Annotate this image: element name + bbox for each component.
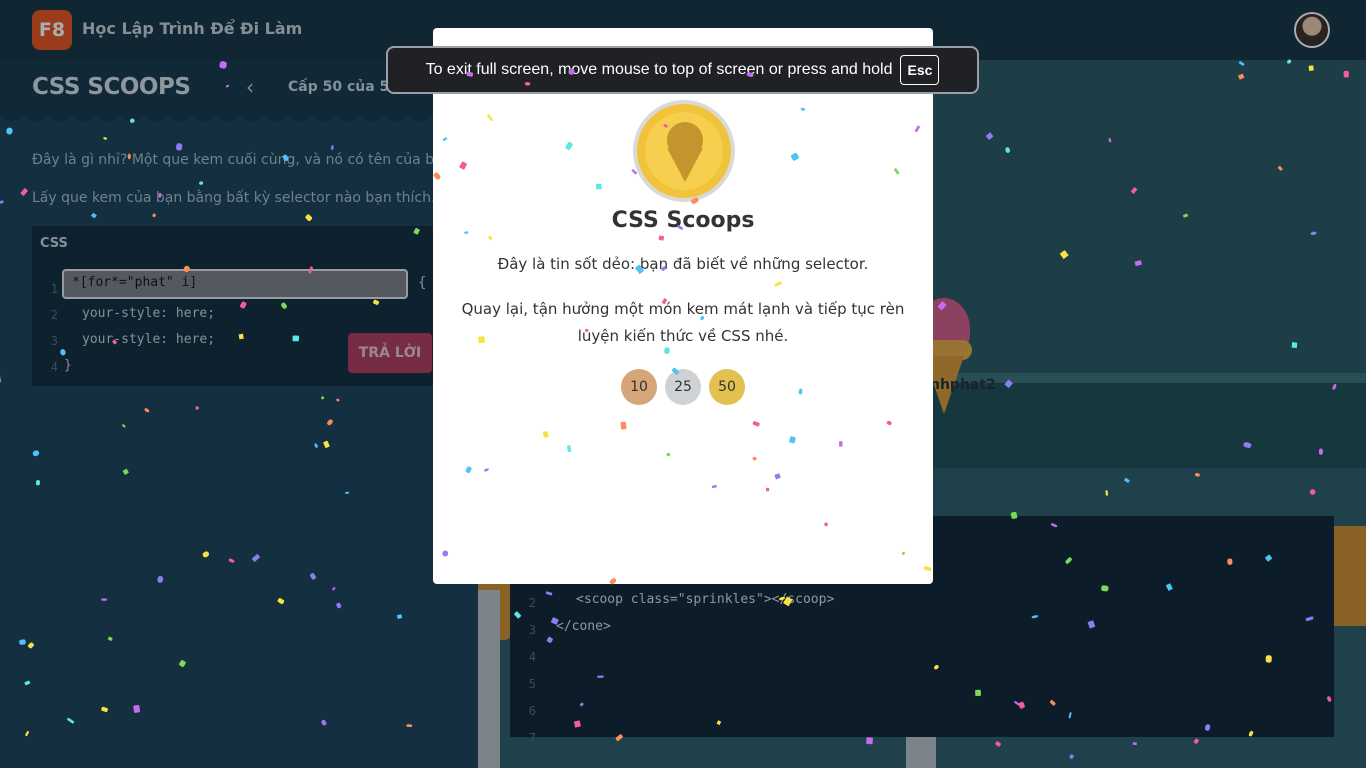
esc-key-hint: Esc — [900, 55, 940, 85]
score-badge-bronze[interactable]: 10 — [621, 369, 657, 405]
fullscreen-notice: To exit full screen, move mouse to top o… — [386, 46, 979, 94]
modal-message: Quay lại, tận hưởng một món kem mát lạnh… — [461, 300, 905, 345]
medal-cone — [667, 148, 703, 182]
score-badges: 10 25 50 — [433, 369, 933, 405]
medal-icon — [633, 100, 735, 202]
fullscreen-message: To exit full screen, move mouse to top o… — [425, 61, 893, 78]
score-badge-gold[interactable]: 50 — [709, 369, 745, 405]
modal-message: Đây là tin sốt dẻo: bạn đã biết về những… — [497, 255, 869, 273]
score-badge-silver[interactable]: 25 — [665, 369, 701, 405]
completion-modal: CSS Scoops Đây là tin sốt dẻo: bạn đã bi… — [433, 28, 933, 584]
modal-title: CSS Scoops — [611, 208, 755, 233]
